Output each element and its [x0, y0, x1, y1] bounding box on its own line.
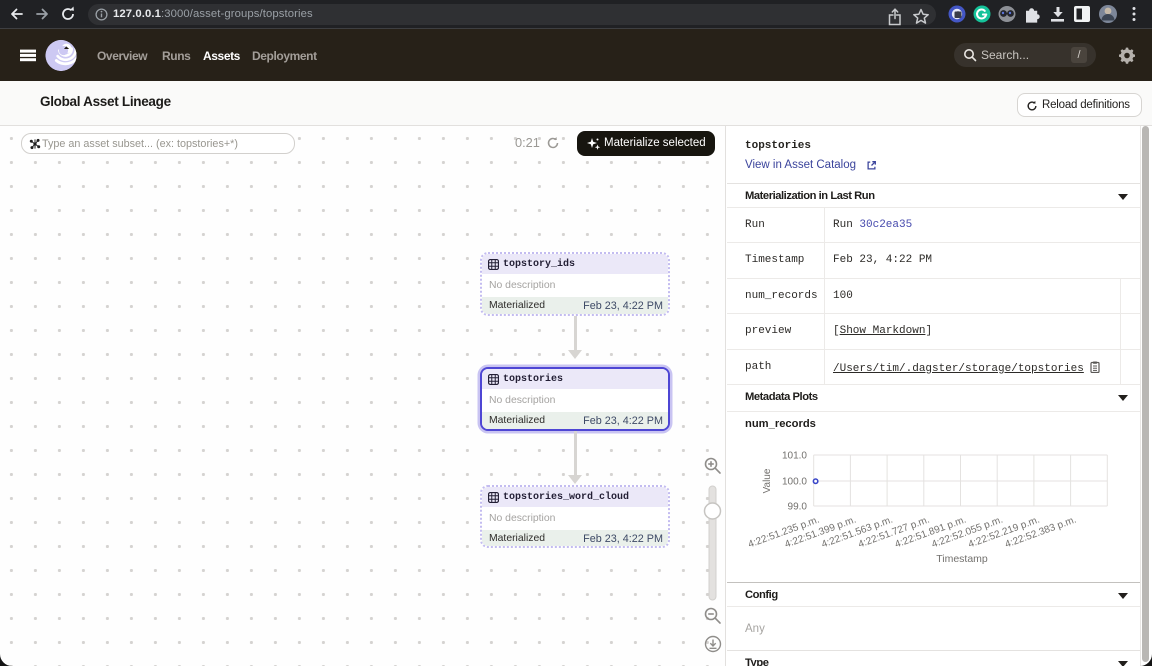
svg-text:100.0: 100.0: [782, 477, 807, 488]
svg-text:Value: Value: [762, 468, 773, 493]
svg-text:99.0: 99.0: [788, 502, 808, 513]
svg-text:101.0: 101.0: [782, 451, 807, 462]
svg-text:Timestamp: Timestamp: [936, 553, 988, 565]
